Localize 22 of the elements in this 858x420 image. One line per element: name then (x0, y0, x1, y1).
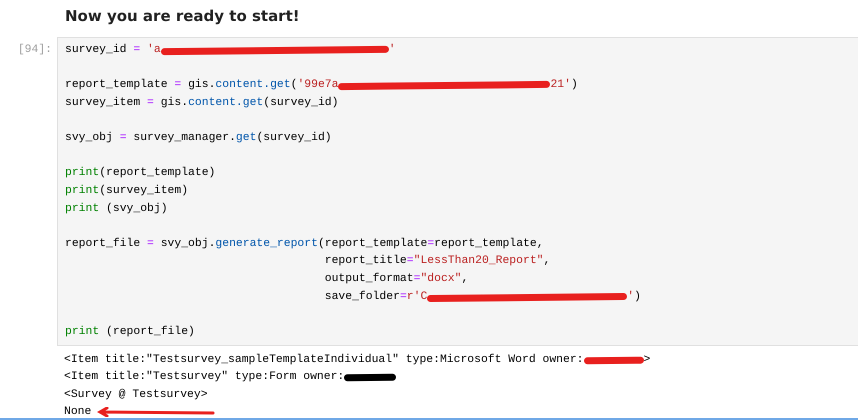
code-text: print(report_template) (65, 166, 216, 182)
code-text: output_format="docx", (324, 272, 468, 287)
code-text: print (svy_obj) (65, 202, 168, 217)
code-text: save_folder=r'C (324, 290, 428, 305)
code-text: report_template = gis.content.get('99e7a (65, 78, 338, 94)
code-text: 21') (550, 78, 578, 94)
code-text: report_file = svy_obj.generate_report(report_template=report_template, (65, 236, 544, 252)
code-text: ' (388, 42, 396, 58)
code-text: ') (627, 290, 641, 305)
output-text: <Item title:"Testsurvey_sampleTemplateIndividual" type:Microsoft Word owner: (64, 352, 584, 368)
notebook-heading: Now you are ready to start! (65, 6, 301, 26)
code-text: print(survey_item) (65, 184, 188, 199)
code-text: svy_obj = survey_manager.get(survey_id) (65, 130, 332, 146)
output-text: None (64, 404, 92, 418)
code-text: survey_id = 'a (65, 42, 161, 58)
code-text: print (report_file) (65, 324, 195, 340)
execution-count: [94]: (16, 42, 53, 58)
code-text: survey_item = gis.content.get(survey_id) (65, 96, 338, 112)
output-text: <Survey @ Testsurvey> (64, 388, 208, 402)
code-text: report_title="LessThan20_Report", (324, 254, 550, 270)
output-text: > (644, 353, 650, 368)
output-text: <Item title:"Testsurvey" type:Form owner: (64, 370, 344, 386)
